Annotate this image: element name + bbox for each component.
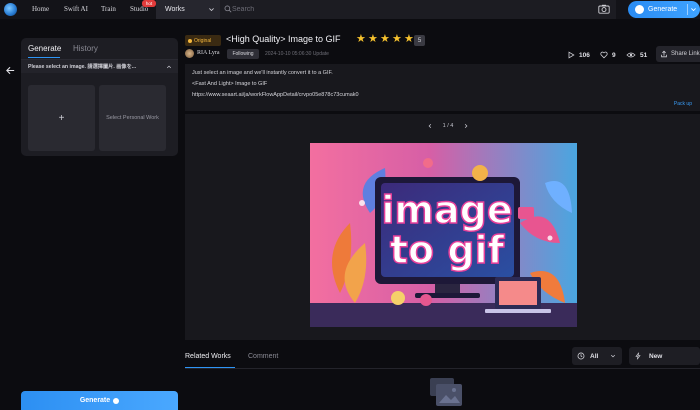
plus-icon: + [58,112,65,124]
follow-button-label: Following [232,51,254,57]
description-line: <Fast And Light> Image to GIF [192,81,268,87]
nav-train[interactable]: Train [101,5,116,13]
chevron-left-icon[interactable] [427,123,433,129]
empty-gallery-icon [430,378,462,406]
divider [687,4,688,15]
app-logo-icon[interactable] [4,3,17,16]
eye-icon [626,52,636,58]
rating-count: 5 [414,35,425,46]
generate-button-label: Generate [79,397,111,404]
works-dropdown-label: Works [165,6,185,13]
image-select-header[interactable]: Please select an image. 請選擇圖片. 画像を... [21,59,178,73]
preview-image[interactable]: image to gif [310,143,577,327]
star-icon[interactable]: ★ [356,34,367,45]
image-text-line2: to gif [390,228,505,272]
like-count-value: 9 [612,51,616,59]
heart-icon [600,51,608,59]
sort-new-dropdown[interactable]: New [629,347,700,365]
update-timestamp: 2024-10-10 05:06:30 Update [265,51,329,57]
view-count-value: 51 [640,51,648,59]
select-personal-work-label: Select Personal Work [106,115,159,121]
share-link-button[interactable]: Share Link [656,46,700,62]
select-personal-work-button[interactable]: Select Personal Work [99,85,166,151]
play-icon [568,51,575,59]
tab-indicator [28,57,60,58]
clock-icon [577,352,585,360]
top-nav: Home Swift AI Train Studio hot Works Gen… [0,0,700,19]
view-count: 51 [626,51,647,59]
brush-icon [635,5,644,14]
chevron-down-icon [209,8,214,12]
search-input[interactable] [232,4,532,15]
like-count[interactable]: 9 [600,51,616,59]
chevron-up-icon [166,65,172,69]
upload-image-button[interactable]: + [28,85,95,151]
image-pager: 1 / 4 [427,121,469,131]
share-icon [661,50,667,58]
pack-up-button[interactable]: Pack up [674,101,692,107]
star-icon[interactable]: ★ [392,34,403,45]
description-panel: Just select an image and we'll instantly… [185,64,700,111]
camera-icon[interactable] [598,4,610,14]
star-rating[interactable]: ★ ★ ★ ★ ★ [356,34,415,45]
tab-comment[interactable]: Comment [248,353,278,360]
description-link[interactable]: https://www.seaart.ai/ja/workFlowAppDeta… [192,92,359,98]
search-icon [224,5,232,13]
follow-button[interactable]: Following [227,49,259,59]
avatar[interactable] [185,49,194,58]
pager-label: 1 / 4 [442,123,454,129]
chevron-down-icon [610,354,616,358]
run-count-value: 106 [579,51,590,59]
original-dot-icon [188,38,192,43]
sort-new-label: New [649,352,663,360]
filter-all-label: All [590,352,599,360]
tab-history[interactable]: History [73,44,98,53]
share-link-label: Share Link [671,51,700,57]
tab-related-works[interactable]: Related Works [185,353,231,360]
chevron-down-icon[interactable] [690,6,697,13]
star-icon[interactable]: ★ [380,34,391,45]
info-icon [113,397,120,404]
star-icon[interactable]: ★ [368,34,379,45]
lightning-icon [635,352,641,360]
generate-panel: Generate History Please select an image.… [21,38,178,156]
chevron-right-icon[interactable] [463,123,469,129]
description-line: Just select an image and we'll instantly… [192,70,333,76]
original-badge: Original [185,35,221,46]
back-arrow-icon[interactable] [5,65,16,76]
original-badge-label: Original [194,37,212,44]
nav-swift-ai[interactable]: Swift AI [64,5,88,13]
generate-button[interactable]: Generate [21,391,178,410]
page-title: <High Quality> Image to GIF [226,34,341,44]
generate-top-button[interactable]: Generate [628,1,700,18]
tab-generate[interactable]: Generate [28,44,61,53]
hot-badge: hot [142,0,156,7]
divider [185,368,700,369]
generate-top-label: Generate [648,6,678,13]
filter-all-dropdown[interactable]: All [572,347,622,365]
author-name[interactable]: RIA Lyra [197,50,220,56]
run-count: 106 [567,51,590,59]
image-select-prompt: Please select an image. 請選擇圖片. 画像を... [28,64,137,70]
nav-home[interactable]: Home [32,5,49,13]
image-text-line1: image [381,188,512,232]
